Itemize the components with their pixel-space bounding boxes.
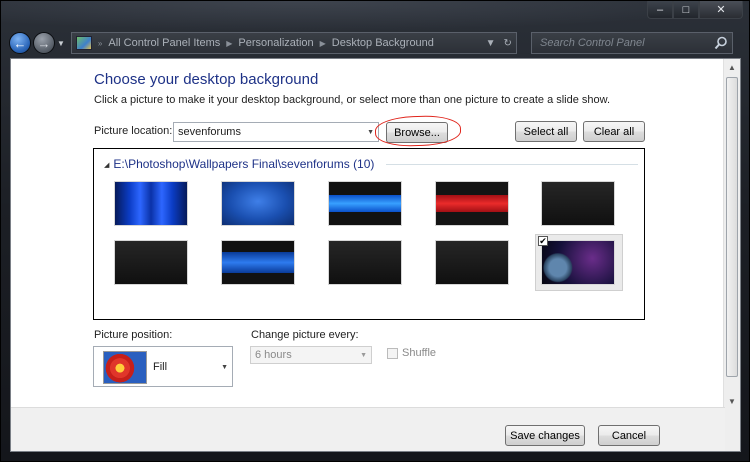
minimize-button[interactable]: –	[647, 1, 673, 19]
wallpaper-thumbnail[interactable]	[328, 240, 402, 285]
maximize-button[interactable]: □	[673, 1, 699, 19]
control-panel-icon	[75, 36, 92, 50]
chevron-down-icon: ▼	[360, 352, 367, 359]
breadcrumb-separator-icon[interactable]: »	[98, 39, 102, 48]
breadcrumb-separator-icon[interactable]: ▶	[226, 39, 232, 48]
annotation-circle	[374, 114, 462, 148]
wallpaper-thumbnail[interactable]	[221, 240, 295, 285]
clear-all-button[interactable]: Clear all	[583, 121, 645, 142]
content-pane: Choose your desktop background Click a p…	[10, 58, 741, 452]
caption-buttons: – □ ✕	[647, 1, 743, 19]
change-interval-select[interactable]: 6 hours ▼	[250, 346, 372, 364]
search-placeholder: Search Control Panel	[540, 37, 645, 49]
shuffle-label: Shuffle	[402, 347, 437, 359]
back-button[interactable]: ←	[9, 32, 31, 54]
navigation-bar: ← → ▼ » All Control Panel Items ▶ Person…	[9, 29, 741, 57]
page-title: Choose your desktop background	[94, 71, 319, 88]
breadcrumb-all-items[interactable]: All Control Panel Items	[108, 37, 220, 49]
wallpaper-thumbnail[interactable]	[221, 181, 295, 226]
shuffle-checkbox[interactable]	[387, 348, 398, 359]
collapse-triangle-icon[interactable]: ◢	[104, 162, 109, 169]
breadcrumb-separator-icon[interactable]: ▶	[320, 39, 326, 48]
change-interval-value: 6 hours	[255, 349, 292, 361]
window-frame: – □ ✕ ← → ▼ » All Control Panel Items ▶ …	[0, 0, 750, 462]
change-picture-label: Change picture every:	[251, 329, 359, 341]
select-all-button[interactable]: Select all	[515, 121, 577, 142]
breadcrumb-personalization[interactable]: Personalization	[238, 37, 313, 49]
wallpaper-thumbnail[interactable]	[541, 240, 615, 285]
address-dropdown-icon[interactable]: ▼	[486, 38, 496, 49]
scroll-down-icon[interactable]: ▼	[724, 393, 740, 409]
gallery-group-title: E:\Photoshop\Wallpapers Final\sevenforum…	[113, 157, 375, 171]
forward-button[interactable]: →	[33, 32, 55, 54]
wallpaper-thumbnail[interactable]	[541, 181, 615, 226]
group-divider	[386, 164, 638, 165]
selection-checkbox[interactable]: ✔	[538, 236, 548, 246]
search-input[interactable]: Search Control Panel	[531, 32, 733, 54]
wallpaper-thumbnail[interactable]	[114, 240, 188, 285]
picture-location-select[interactable]: sevenforums ▼	[173, 122, 379, 142]
position-preview-image	[103, 351, 147, 384]
picture-position-value: Fill	[153, 361, 168, 373]
vertical-scrollbar[interactable]: ▲ ▼	[723, 59, 740, 451]
picture-position-label: Picture position:	[94, 329, 173, 341]
scrollbar-thumb[interactable]	[726, 77, 738, 377]
close-button[interactable]: ✕	[699, 1, 743, 19]
wallpaper-thumbnail[interactable]	[435, 240, 509, 285]
search-icon[interactable]	[714, 36, 728, 50]
picture-location-label: Picture location:	[94, 125, 173, 137]
chevron-down-icon: ▼	[221, 364, 228, 371]
wallpaper-thumbnail[interactable]	[328, 181, 402, 226]
recent-pages-dropdown-icon[interactable]: ▼	[57, 39, 65, 48]
breadcrumb-desktop-background[interactable]: Desktop Background	[332, 37, 434, 49]
picture-gallery: ◢ E:\Photoshop\Wallpapers Final\sevenforu…	[93, 148, 645, 320]
save-changes-button[interactable]: Save changes	[505, 425, 585, 446]
picture-position-select[interactable]: Fill ▼	[93, 346, 233, 387]
picture-location-value: sevenforums	[178, 126, 241, 138]
chevron-down-icon: ▼	[367, 129, 374, 136]
refresh-icon[interactable]: ↻	[504, 38, 512, 49]
page-description: Click a picture to make it your desktop …	[94, 94, 611, 106]
address-bar[interactable]: » All Control Panel Items ▶ Personalizat…	[70, 32, 517, 54]
gallery-group-header[interactable]: ◢ E:\Photoshop\Wallpapers Final\sevenforu…	[104, 157, 374, 171]
scroll-up-icon[interactable]: ▲	[724, 59, 740, 75]
cancel-button[interactable]: Cancel	[598, 425, 660, 446]
wallpaper-thumbnail[interactable]	[435, 181, 509, 226]
wallpaper-thumbnail[interactable]	[114, 181, 188, 226]
